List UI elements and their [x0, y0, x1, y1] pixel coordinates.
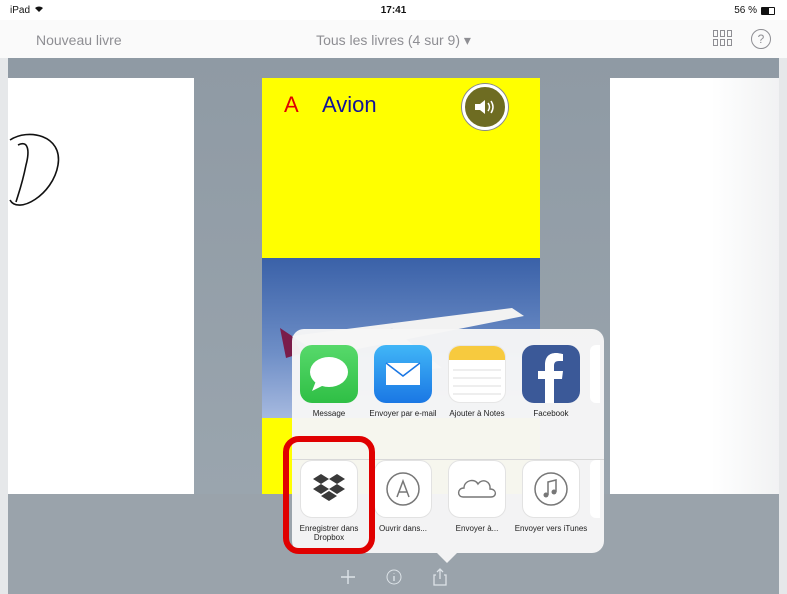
share-facebook-label: Facebook — [533, 409, 569, 418]
share-more-partial — [590, 345, 600, 403]
share-more-partial-2 — [590, 460, 600, 518]
share-sheet-pointer — [437, 553, 457, 563]
status-right: 56 % — [734, 5, 775, 16]
bottom-toolbar — [0, 560, 787, 594]
battery-percent: 56 % — [734, 5, 757, 16]
navigation-bar: Nouveau livre Tous les livres (4 sur 9) … — [0, 20, 787, 59]
share-open-in[interactable]: Ouvrir dans... — [366, 460, 440, 542]
battery-icon — [761, 6, 775, 15]
share-icon[interactable] — [430, 567, 450, 587]
message-icon — [300, 345, 358, 403]
book-letter: A — [284, 92, 299, 117]
book-word: Avion — [322, 92, 377, 117]
help-icon[interactable]: ? — [751, 29, 771, 49]
share-send-to[interactable]: Envoyer à... — [440, 460, 514, 542]
next-book-page[interactable] — [610, 78, 779, 494]
mail-icon — [374, 345, 432, 403]
handwritten-scribble — [9, 133, 60, 206]
notes-icon — [448, 345, 506, 403]
app-store-icon — [374, 460, 432, 518]
speaker-icon[interactable] — [462, 84, 508, 130]
dropbox-highlight — [283, 436, 375, 554]
share-row-apps: Message Envoyer par e-mail Ajouter à Not… — [292, 345, 604, 418]
grid-view-icon[interactable] — [713, 30, 733, 48]
share-itunes[interactable]: Envoyer vers iTunes — [514, 460, 588, 542]
share-message[interactable]: Message — [292, 345, 366, 418]
share-mail-label: Envoyer par e-mail — [369, 409, 437, 418]
share-notes-label: Ajouter à Notes — [449, 409, 505, 418]
share-open-in-label: Ouvrir dans... — [378, 524, 427, 533]
cloud-icon — [448, 460, 506, 518]
status-bar: iPad 17:41 56 % — [0, 0, 787, 20]
share-message-label: Message — [312, 409, 346, 418]
books-filter-title[interactable]: Tous les livres (4 sur 9) ▾ — [0, 32, 787, 49]
add-icon[interactable] — [338, 567, 358, 587]
share-send-to-label: Envoyer à... — [455, 524, 499, 533]
share-facebook[interactable]: Facebook — [514, 345, 588, 418]
share-notes[interactable]: Ajouter à Notes — [440, 345, 514, 418]
music-note-icon — [522, 460, 580, 518]
info-icon[interactable] — [384, 567, 404, 587]
share-mail[interactable]: Envoyer par e-mail — [366, 345, 440, 418]
facebook-icon — [522, 345, 580, 403]
clock: 17:41 — [380, 5, 407, 16]
share-itunes-label: Envoyer vers iTunes — [514, 524, 588, 533]
